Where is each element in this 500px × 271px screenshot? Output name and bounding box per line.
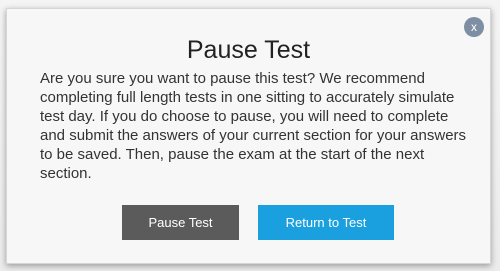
pause-test-dialog: x Pause Test Are you sure you want to pa… (6, 8, 491, 264)
close-icon[interactable]: x (464, 17, 484, 37)
dialog-title: Pause Test (186, 36, 311, 64)
close-icon-glyph: x (471, 20, 477, 34)
return-to-test-button[interactable]: Return to Test (258, 205, 394, 240)
dialog-actions: Pause Test Return to Test (7, 205, 490, 241)
pause-test-button[interactable]: Pause Test (122, 205, 239, 240)
dialog-message: Are you sure you want to pause this test… (40, 70, 467, 182)
